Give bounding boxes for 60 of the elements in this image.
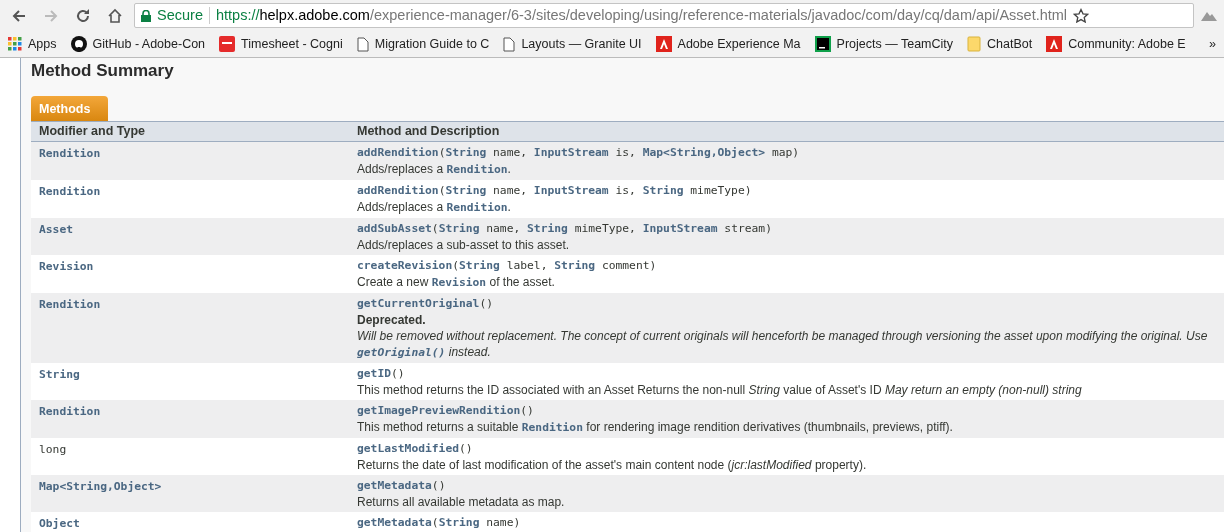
method-signature[interactable]: getImagePreviewRendition() xyxy=(357,403,1223,419)
type-link[interactable]: Object xyxy=(39,517,80,530)
method-signature[interactable]: addRendition(String name, InputStream is, Map<String,Object> map) xyxy=(357,145,1223,161)
square-icon xyxy=(219,36,236,52)
type-link[interactable]: Asset xyxy=(39,223,73,236)
type-link[interactable]: String xyxy=(39,368,80,381)
type-link[interactable]: Rendition xyxy=(39,147,101,160)
bookmark-link[interactable]: GitHub - Adobe-Con xyxy=(70,34,206,54)
document-icon xyxy=(503,36,516,52)
method-signature[interactable]: getLastModified() xyxy=(357,441,1223,457)
bookmarks-overflow-button[interactable]: » xyxy=(1209,34,1216,54)
method-description: Adds/replaces a Rendition. xyxy=(357,199,512,216)
type-link[interactable]: Revision xyxy=(39,260,94,273)
forward-icon xyxy=(43,7,59,24)
method-description: Adds/replaces a Rendition. xyxy=(357,161,512,178)
back-icon xyxy=(11,7,27,24)
lock-icon xyxy=(141,9,151,22)
method-description: This method returns a suitable Rendition for rendering image rendition derivatives (thumbnails, previews, ptiff). xyxy=(357,419,954,436)
document-icon xyxy=(356,36,369,52)
a-icon xyxy=(655,36,672,52)
star-icon[interactable] xyxy=(1073,7,1090,24)
address-bar[interactable]: Secure https://helpx.adobe.com/experience-manager/6-3/sites/developing/using/reference-materials/javadoc/com/day/cq/dam/api/Asset.html xyxy=(134,3,1194,28)
deprecation-note: Will be removed without replacement. The concept of current originals will henceforth be managed through versioning the asset upon modifying the original. Use getOriginal() instead. xyxy=(357,328,1209,361)
bookmark-link[interactable]: Layouts — Granite UI xyxy=(503,34,642,54)
method-description: Create a new Revision of the asset. xyxy=(357,274,556,291)
method-signature[interactable]: createRevision(String label, String comment) xyxy=(357,258,1223,274)
method-signature[interactable]: getMetadata(String name) xyxy=(357,515,1223,531)
type-link[interactable]: Rendition xyxy=(39,405,101,418)
type-link[interactable]: Rendition xyxy=(39,298,101,311)
column-header: Method and Description xyxy=(349,121,1224,142)
type-link[interactable]: Rendition xyxy=(39,185,101,198)
method-description: Returns the date of last modification of the asset's main content node (jcr:lastModified property). xyxy=(357,457,868,473)
method-signature[interactable]: addSubAsset(String name, String mimeType, InputStream stream) xyxy=(357,221,1223,237)
reload-icon xyxy=(75,7,91,24)
method-signature[interactable]: getID() xyxy=(357,366,1223,382)
url-text: https://helpx.adobe.com/experience-manager/6-3/sites/developing/using/reference-materials/javadoc/com/day/cq/dam/api/Asset.html xyxy=(215,5,1068,25)
tc-logo-icon xyxy=(814,36,831,52)
type-text: long xyxy=(39,443,67,456)
folder-icon xyxy=(967,36,982,52)
apps-grid-icon xyxy=(8,37,22,51)
deprecated-label: Deprecated. xyxy=(357,312,427,328)
bookmark-link[interactable]: Adobe Experience Ma xyxy=(655,34,801,54)
bookmark-link[interactable]: Apps xyxy=(8,34,57,54)
home-icon xyxy=(107,7,123,24)
method-signature[interactable]: addRendition(String name, InputStream is, String mimeType) xyxy=(357,183,1223,199)
section-heading: Method Summary xyxy=(31,60,175,82)
method-description: Adds/replaces a sub-asset to this asset. xyxy=(357,237,571,253)
method-description: Returns all available metadata as map. xyxy=(357,494,566,510)
bookmark-link[interactable]: Migration Guide to C xyxy=(356,34,490,54)
type-link[interactable]: Map<String,Object> xyxy=(39,480,162,493)
secure-label: Secure xyxy=(157,5,203,25)
a-icon xyxy=(1046,36,1063,52)
column-header: Modifier and Type xyxy=(31,121,349,142)
bookmark-link[interactable]: Community: Adobe E xyxy=(1046,34,1186,54)
method-signature[interactable]: getMetadata() xyxy=(357,478,1223,494)
bookmark-link[interactable]: Timesheet - Cogni xyxy=(219,34,343,54)
bookmark-link[interactable]: ChatBot xyxy=(967,34,1033,54)
method-signature[interactable]: getCurrentOriginal() xyxy=(357,296,1223,312)
method-description: This method returns the ID associated with an Asset Returns the non-null String value of Asset's ID May return an empty (non-null) string xyxy=(357,382,1083,398)
bookmark-link[interactable]: Projects — TeamCity xyxy=(814,34,954,54)
